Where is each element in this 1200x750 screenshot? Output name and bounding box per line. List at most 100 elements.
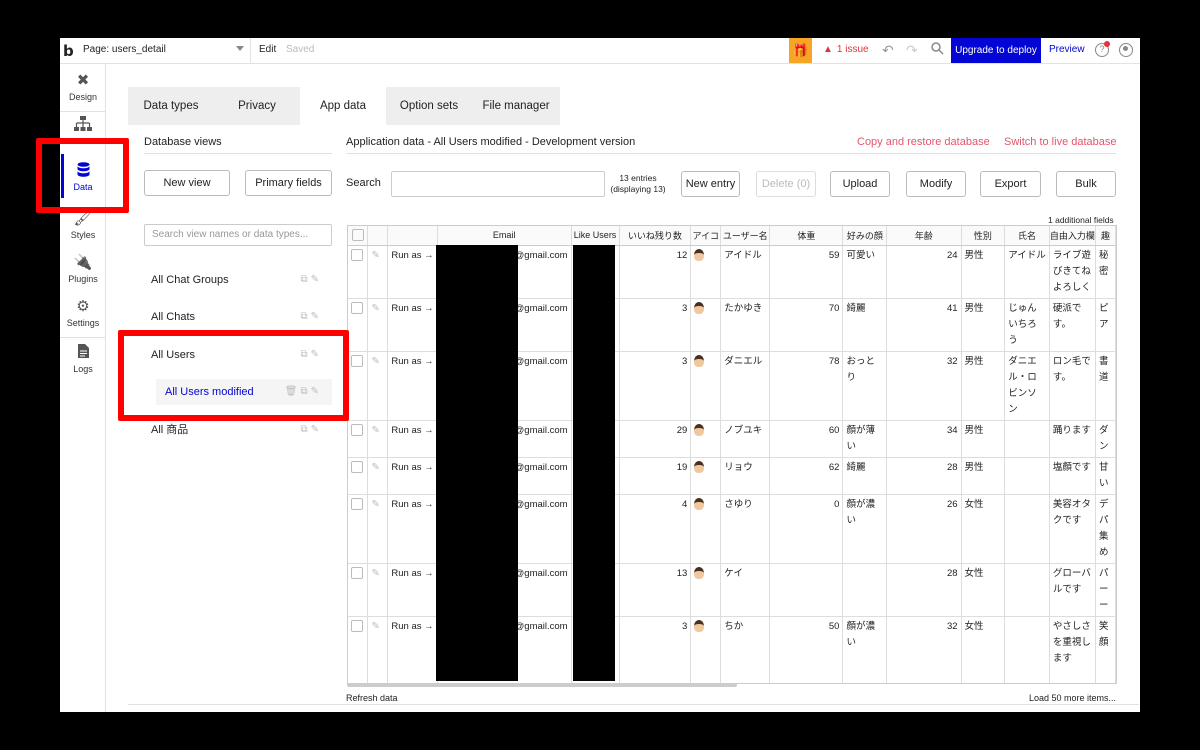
chevron-down-icon[interactable] bbox=[236, 46, 244, 51]
header-username[interactable]: ユーザー名 bbox=[720, 226, 771, 246]
divider bbox=[60, 111, 106, 112]
copy-edit-icons[interactable]: ⧉✎ bbox=[300, 267, 322, 293]
nav-design[interactable]: ✖ Design bbox=[60, 72, 106, 102]
likes-remaining-cell: 29 bbox=[619, 420, 692, 458]
select-all-checkbox[interactable] bbox=[351, 228, 364, 241]
tab-file-manager[interactable]: File manager bbox=[472, 87, 560, 125]
search-icon[interactable] bbox=[931, 42, 944, 58]
redo-icon[interactable]: ↷ bbox=[906, 42, 918, 59]
nav-styles[interactable]: 🖌 Styles bbox=[60, 210, 106, 240]
upgrade-button[interactable]: Upgrade to deploy bbox=[951, 38, 1041, 63]
preview-link[interactable]: Preview bbox=[1049, 44, 1085, 55]
pencil-icon[interactable]: ✎ bbox=[371, 425, 379, 436]
view-item[interactable]: All Chats ⧉✎ bbox=[144, 304, 332, 330]
header-icon[interactable]: アイコ bbox=[690, 226, 722, 246]
run-as-cell[interactable]: Run as → bbox=[387, 420, 438, 458]
run-as-cell[interactable]: Run as → bbox=[387, 298, 438, 352]
nav-sitemap[interactable] bbox=[60, 116, 106, 136]
row-checkbox[interactable] bbox=[351, 423, 363, 436]
switch-live-link[interactable]: Switch to live database bbox=[1004, 136, 1117, 148]
header-weight[interactable]: 体重 bbox=[769, 226, 844, 246]
gender-cell: 男性 bbox=[961, 298, 1006, 352]
copy-edit-icons[interactable]: ⧉✎ bbox=[300, 304, 322, 330]
run-as-cell[interactable]: Run as → bbox=[387, 494, 438, 564]
pencil-icon[interactable]: ✎ bbox=[371, 250, 379, 261]
tab-app-data[interactable]: App data bbox=[300, 87, 386, 125]
select-checkbox-cell bbox=[348, 420, 369, 458]
select-checkbox-cell bbox=[348, 563, 369, 617]
nav-plugins[interactable]: 🔌 Plugins bbox=[60, 254, 106, 284]
header-fullname[interactable]: 氏名 bbox=[1004, 226, 1050, 246]
row-checkbox[interactable] bbox=[351, 248, 363, 261]
row-checkbox[interactable] bbox=[351, 566, 363, 579]
icon-cell bbox=[690, 351, 722, 421]
bubble-logo[interactable]: b bbox=[63, 42, 77, 60]
header-like-users[interactable]: Like Users bbox=[571, 226, 620, 246]
new-entry-button[interactable]: New entry bbox=[681, 171, 740, 197]
edit-menu[interactable]: Edit bbox=[259, 44, 276, 55]
select-all-header[interactable] bbox=[348, 226, 369, 246]
copy-restore-link[interactable]: Copy and restore database bbox=[857, 136, 990, 148]
header-hobby[interactable]: 趣 bbox=[1095, 226, 1116, 246]
primary-fields-button[interactable]: Primary fields bbox=[245, 170, 332, 196]
row-checkbox[interactable] bbox=[351, 301, 363, 314]
nav-logs[interactable]: Logs bbox=[60, 344, 106, 374]
pencil-icon[interactable]: ✎ bbox=[371, 499, 379, 510]
pencil-icon[interactable]: ✎ bbox=[371, 568, 379, 579]
search-input[interactable] bbox=[391, 171, 605, 197]
issues-indicator[interactable]: ▲ 1 issue bbox=[823, 44, 869, 55]
username-cell: アイドル bbox=[720, 245, 771, 299]
new-view-button[interactable]: New view bbox=[144, 170, 230, 196]
row-checkbox[interactable] bbox=[351, 619, 363, 632]
tab-data-types[interactable]: Data types bbox=[128, 87, 214, 125]
header-free-text[interactable]: 自由入力欄 bbox=[1049, 226, 1096, 246]
age-cell: 34 bbox=[886, 420, 962, 458]
tab-privacy[interactable]: Privacy bbox=[214, 87, 300, 125]
export-button[interactable]: Export bbox=[980, 171, 1041, 197]
load-more-link[interactable]: Load 50 more items... bbox=[1029, 693, 1116, 703]
header-email[interactable]: Email bbox=[437, 226, 572, 246]
run-as-cell[interactable]: Run as → bbox=[387, 563, 438, 617]
pencil-icon[interactable]: ✎ bbox=[371, 303, 379, 314]
row-checkbox[interactable] bbox=[351, 354, 363, 367]
run-as-cell[interactable]: Run as → bbox=[387, 245, 438, 299]
view-label: All Chats bbox=[151, 311, 196, 323]
run-as-cell[interactable]: Run as → bbox=[387, 457, 438, 495]
header-gender[interactable]: 性別 bbox=[961, 226, 1006, 246]
row-checkbox[interactable] bbox=[351, 460, 363, 473]
view-search-input[interactable]: Search view names or data types... bbox=[144, 224, 332, 246]
run-as-cell[interactable]: Run as → bbox=[387, 351, 438, 421]
horizontal-scrollbar[interactable] bbox=[347, 683, 737, 687]
run-as-cell[interactable]: Run as → bbox=[387, 616, 438, 683]
bulk-button[interactable]: Bulk bbox=[1056, 171, 1116, 197]
row-checkbox[interactable] bbox=[351, 497, 363, 510]
username-cell: たかゆき bbox=[720, 298, 771, 352]
icon-cell bbox=[690, 563, 722, 617]
view-item[interactable]: All Chat Groups ⧉✎ bbox=[144, 267, 332, 293]
page-selector[interactable]: Page: users_detail bbox=[83, 44, 166, 55]
edit-cell: ✎ bbox=[367, 494, 389, 564]
age-cell: 28 bbox=[886, 563, 962, 617]
avatar bbox=[694, 248, 705, 261]
header-likes-remaining[interactable]: いいね残り数 bbox=[619, 226, 692, 246]
user-account-icon[interactable] bbox=[1119, 43, 1133, 57]
tab-option-sets[interactable]: Option sets bbox=[386, 87, 472, 125]
nav-settings[interactable]: ⚙ Settings bbox=[60, 298, 106, 328]
pencil-icon[interactable]: ✎ bbox=[371, 621, 379, 632]
icon-cell bbox=[690, 245, 722, 299]
upload-button[interactable]: Upload bbox=[830, 171, 890, 197]
avatar bbox=[694, 301, 705, 314]
header-face[interactable]: 好みの顔 bbox=[842, 226, 888, 246]
issue-label: 1 issue bbox=[836, 44, 869, 55]
gift-icon[interactable]: 🎁 bbox=[789, 38, 812, 63]
weight-cell: 62 bbox=[769, 457, 844, 495]
delete-button[interactable]: Delete (0) bbox=[756, 171, 816, 197]
plug-icon: 🔌 bbox=[73, 254, 93, 271]
table-header-row: Email Like Users いいね残り数 アイコ ユーザー名 体重 好みの… bbox=[348, 226, 1116, 246]
modify-button[interactable]: Modify bbox=[906, 171, 966, 197]
pencil-icon[interactable]: ✎ bbox=[371, 462, 379, 473]
refresh-data-link[interactable]: Refresh data bbox=[346, 693, 398, 703]
header-age[interactable]: 年齢 bbox=[886, 226, 962, 246]
undo-icon[interactable]: ↶ bbox=[882, 42, 894, 59]
pencil-icon[interactable]: ✎ bbox=[371, 356, 379, 367]
